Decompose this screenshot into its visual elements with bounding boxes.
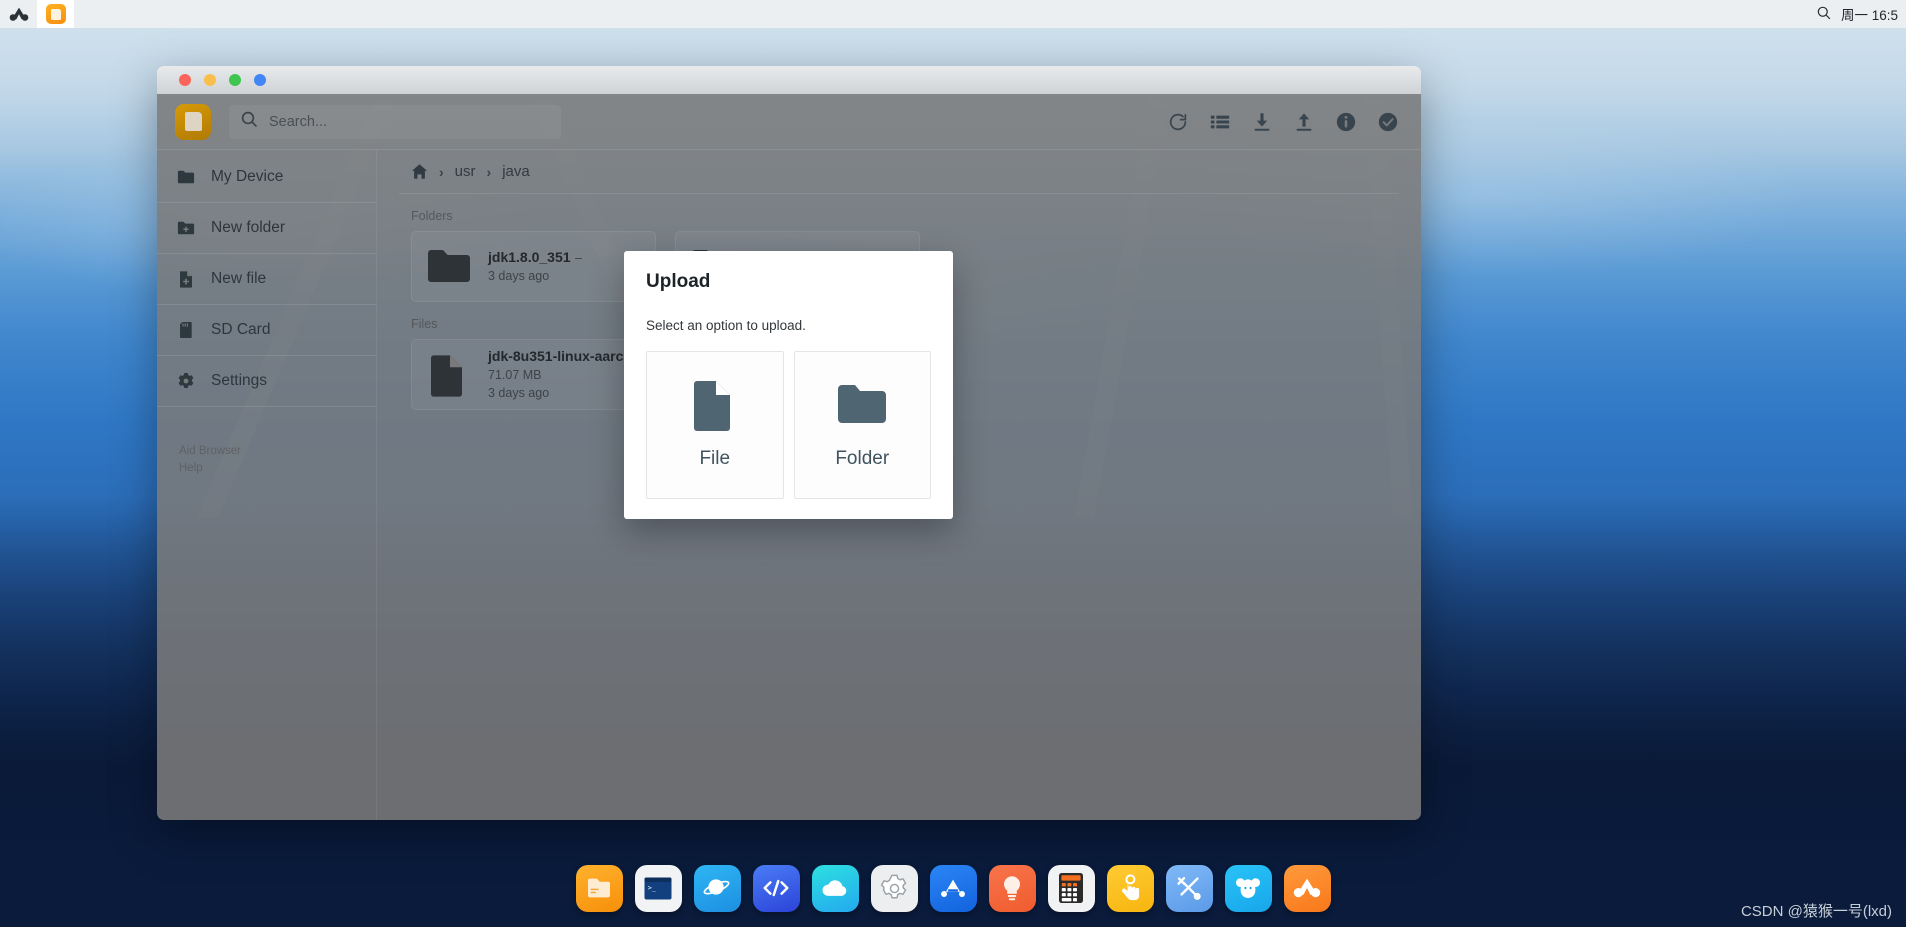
cloud-icon: [822, 880, 847, 896]
close-button[interactable]: [179, 74, 191, 86]
search-icon[interactable]: [1817, 6, 1831, 23]
mouse-icon: [1236, 878, 1260, 898]
home-icon[interactable]: [411, 163, 428, 180]
dock-touch[interactable]: [1106, 864, 1154, 912]
top-menu-bar: 周一 16:5: [0, 0, 1906, 28]
sidebar-footer-line2[interactable]: Help: [179, 460, 376, 477]
tools-icon: [1177, 877, 1201, 900]
sidebar-item-label: New folder: [211, 219, 286, 236]
breadcrumb-item-java[interactable]: java: [502, 163, 530, 180]
upload-file-option[interactable]: File: [646, 351, 784, 499]
file-modified: 3 days ago: [488, 385, 550, 400]
folder-name: jdk1.8.0_351: [488, 248, 571, 265]
search-input[interactable]: [269, 113, 549, 130]
gear-icon: [880, 874, 906, 899]
sidebar-item-sd-card[interactable]: SD Card: [157, 305, 376, 356]
breadcrumb-separator: ›: [486, 163, 492, 180]
upload-folder-option[interactable]: Folder: [793, 351, 931, 499]
sidebar: My Device New folder New file SD Card Se…: [157, 150, 377, 820]
dock-launcher[interactable]: [1283, 864, 1331, 912]
file-manager-badge-icon: [175, 103, 211, 140]
file-plus-icon: [177, 270, 195, 288]
sidebar-item-settings[interactable]: Settings: [157, 356, 376, 407]
window-titlebar: [157, 66, 1421, 94]
toolbar: [1167, 111, 1399, 133]
dialog-subtitle: Select an option to upload.: [646, 318, 806, 333]
select-all-icon[interactable]: [1377, 111, 1399, 133]
peaks-logo-icon[interactable]: [0, 0, 37, 28]
info-icon[interactable]: [1335, 111, 1357, 133]
dialog-title: Upload: [646, 271, 711, 292]
calculator-icon: [1059, 873, 1083, 903]
dock-browser[interactable]: [693, 864, 741, 912]
minimize-button[interactable]: [204, 74, 216, 86]
extra-button[interactable]: [254, 74, 266, 86]
taskbar-file-manager-icon[interactable]: [37, 0, 74, 28]
sidebar-item-label: New file: [211, 270, 267, 287]
sidebar-footer: Aid Browser Help: [157, 407, 376, 476]
sd-card-icon: [177, 321, 195, 339]
sidebar-item-label: Settings: [211, 372, 268, 389]
sidebar-item-label: SD Card: [211, 321, 271, 338]
folder-plus-icon: [177, 219, 195, 237]
list-view-icon[interactable]: [1209, 111, 1231, 133]
dock-files[interactable]: [575, 864, 623, 912]
upload-folder-label: Folder: [835, 448, 890, 469]
tap-icon: [1121, 874, 1139, 901]
sidebar-item-new-folder[interactable]: New folder: [157, 203, 376, 254]
terminal-icon: >_: [644, 877, 672, 899]
file-size: 71.07 MB: [488, 367, 542, 382]
gear-icon: [177, 372, 195, 390]
dock-ideas[interactable]: [988, 864, 1036, 912]
dock-calculator[interactable]: [1047, 864, 1095, 912]
file-icon: [689, 380, 741, 432]
breadcrumb-separator: ›: [439, 163, 444, 180]
svg-text:>_: >_: [648, 884, 657, 892]
watermark: CSDN @猿猴一号(lxd): [1740, 903, 1892, 920]
refresh-icon[interactable]: [1167, 111, 1189, 133]
dock-aid-learning[interactable]: [929, 864, 977, 912]
peaks-logo-icon: [1293, 878, 1321, 898]
dock-terminal[interactable]: >_: [634, 864, 682, 912]
dock: >_: [0, 849, 1906, 927]
folder-card[interactable]: jdk1.8.0_351 – 3 days ago: [411, 231, 656, 302]
lightbulb-icon: [1004, 876, 1020, 901]
file-icon: [426, 354, 472, 397]
breadcrumb-item-usr[interactable]: usr: [455, 163, 476, 180]
folder-size: –: [574, 250, 582, 265]
file-card[interactable]: jdk-8u351-linux-aarch64... 71.07 MB 3 da…: [411, 339, 659, 410]
dock-tools[interactable]: [1165, 864, 1213, 912]
code-icon: [763, 879, 789, 897]
turtle-icon: [941, 879, 965, 897]
upload-dialog: Upload Select an option to upload. File …: [624, 251, 953, 519]
search-icon: [241, 111, 258, 133]
sidebar-item-new-file[interactable]: New file: [157, 254, 376, 305]
breadcrumb: › usr › java: [399, 150, 1399, 194]
folder-icon: [426, 246, 472, 288]
sidebar-item-my-device[interactable]: My Device: [157, 152, 376, 203]
dock-cloud[interactable]: [811, 864, 859, 912]
file-manager-icon: [588, 878, 610, 898]
upload-icon[interactable]: [1293, 111, 1315, 133]
upload-file-label: File: [699, 448, 731, 469]
clock: 周一 16:5: [1840, 8, 1898, 23]
planet-icon: [703, 879, 730, 895]
search-box[interactable]: [229, 104, 561, 139]
download-icon[interactable]: [1251, 111, 1273, 133]
maximize-button[interactable]: [229, 74, 241, 86]
dock-code-editor[interactable]: [752, 864, 800, 912]
sidebar-footer-line1: Aid Browser: [179, 445, 241, 457]
folder-modified: 3 days ago: [488, 268, 550, 283]
dock-mouse[interactable]: [1224, 864, 1272, 912]
app-header: [157, 94, 1421, 150]
folders-section-label: Folders: [411, 209, 453, 223]
dock-settings[interactable]: [870, 864, 918, 912]
folder-icon: [836, 380, 888, 432]
sidebar-item-label: My Device: [211, 168, 284, 185]
folder-icon: [177, 168, 195, 186]
